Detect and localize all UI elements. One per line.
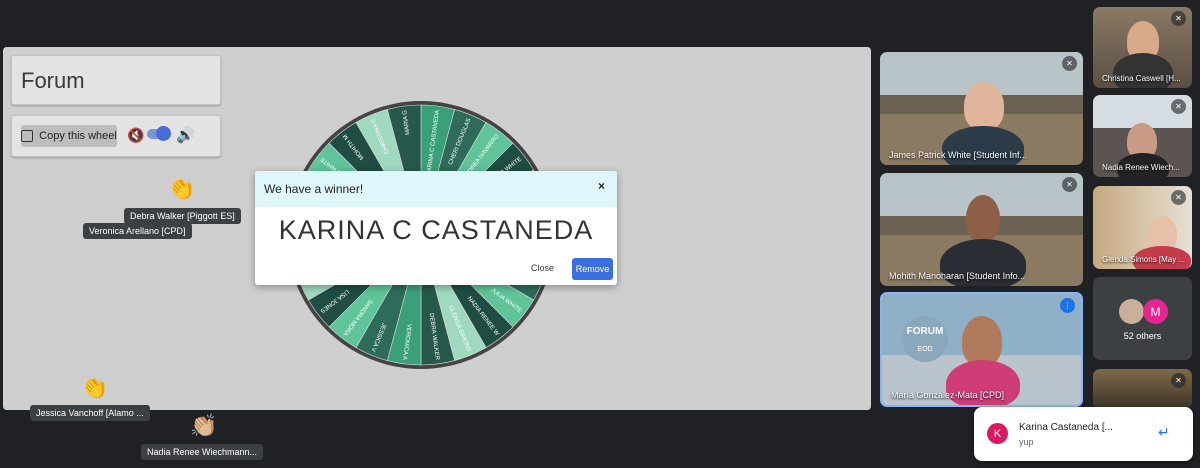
participant-tile-mohith[interactable]: ✕ Mohith Manoharan [Student Info... (880, 173, 1083, 286)
mic-off-icon: ✕ (1171, 190, 1186, 205)
forum-logo-text: FORUM (906, 326, 944, 337)
participant-video (962, 316, 1002, 366)
chat-notification[interactable]: K Karina Castaneda [... yup ↵ (974, 407, 1193, 461)
participant-tile-james[interactable]: ✕ James Patrick White [Student Inf... (880, 52, 1083, 165)
chat-avatar: K (987, 423, 1008, 444)
dialog-header: We have a winner! × (255, 171, 617, 207)
others-count-label: 52 others (1123, 331, 1162, 341)
avatar (1119, 299, 1144, 324)
others-tile[interactable]: M 52 others (1093, 277, 1192, 360)
speaking-indicator-icon: ⋮ (1060, 298, 1075, 313)
participant-name: Glenda Simons [May ... (1102, 255, 1186, 264)
mic-off-icon: ✕ (1171, 373, 1186, 388)
shared-screen-content: Forum Copy this wheel 🔇 🔊 KARINA C CASTA… (3, 47, 871, 410)
close-icon[interactable]: × (598, 179, 605, 193)
forum-logo: FORUM EOD (902, 316, 948, 362)
participant-tile-partial[interactable]: ✕ (1093, 369, 1192, 409)
mic-off-icon: ✕ (1062, 177, 1077, 192)
participant-tile-glenda[interactable]: ✕ Glenda Simons [May ... (1093, 186, 1192, 269)
participant-tile-maria[interactable]: FORUM EOD ⋮ María González-Mata [CPD] (880, 292, 1083, 407)
mic-off-icon: ✕ (1171, 99, 1186, 114)
reply-arrow-icon[interactable]: ↵ (1158, 424, 1170, 441)
chat-sender: Karina Castaneda [... (1019, 422, 1113, 433)
mic-off-icon: ✕ (1171, 11, 1186, 26)
clapping-hands-icon: 👏 (81, 375, 109, 400)
remove-button[interactable]: Remove (572, 258, 613, 280)
participant-video (966, 195, 1000, 241)
wheel-title: Forum (21, 68, 85, 93)
winner-name: KARINA C CASTANEDA (278, 215, 594, 245)
winner-dialog: We have a winner! × KARINA C CASTANEDA C… (255, 171, 617, 285)
reaction-name-tag: Veronica Arellano [CPD] (83, 223, 192, 239)
clapping-hands-icon: 👏 (168, 176, 196, 201)
participant-tile-christina[interactable]: ✕ Christina Caswell [H... (1093, 7, 1192, 88)
participant-name: María González-Mata [CPD] (891, 390, 1005, 400)
copy-wheel-label: Copy this wheel (39, 130, 117, 142)
speaker-icon[interactable]: 🔊 (176, 126, 195, 144)
reaction-name-tag: Debra Walker [Piggott ES] (124, 208, 241, 224)
chat-message: yup (1019, 437, 1034, 447)
participant-video (964, 82, 1004, 130)
avatar: M (1143, 299, 1168, 324)
participant-name: James Patrick White [Student Inf... (889, 150, 1028, 160)
wheel-title-card: Forum (11, 55, 221, 105)
participant-name: Mohith Manoharan [Student Info... (889, 271, 1026, 281)
wheel-toolbar: Copy this wheel 🔇 🔊 (11, 115, 221, 157)
close-button[interactable]: Close (531, 263, 554, 273)
forum-logo-subtext: EOD (917, 346, 933, 353)
reaction-name-tag: Nadia Renee Wiechmann... (141, 444, 264, 460)
dialog-heading: We have a winner! (264, 182, 364, 196)
reaction-name-tag: Jessica Vanchoff [Alamo ... (30, 405, 150, 421)
clapping-hands-icon: 👏🏼 (190, 413, 218, 438)
participant-name: Nadia Renee Wiech... (1102, 163, 1180, 172)
mic-off-icon: ✕ (1062, 56, 1077, 71)
participant-tile-nadia[interactable]: ✕ Nadia Renee Wiech... (1093, 95, 1192, 177)
speaker-muted-icon[interactable]: 🔇 (127, 127, 144, 144)
copy-wheel-button[interactable]: Copy this wheel (21, 125, 117, 147)
presentation-screen: Forum Copy this wheel 🔇 🔊 KARINA C CASTA… (3, 47, 871, 410)
participant-name: Christina Caswell [H... (1102, 74, 1181, 83)
sound-toggle[interactable] (147, 126, 171, 141)
copy-icon (21, 130, 34, 142)
